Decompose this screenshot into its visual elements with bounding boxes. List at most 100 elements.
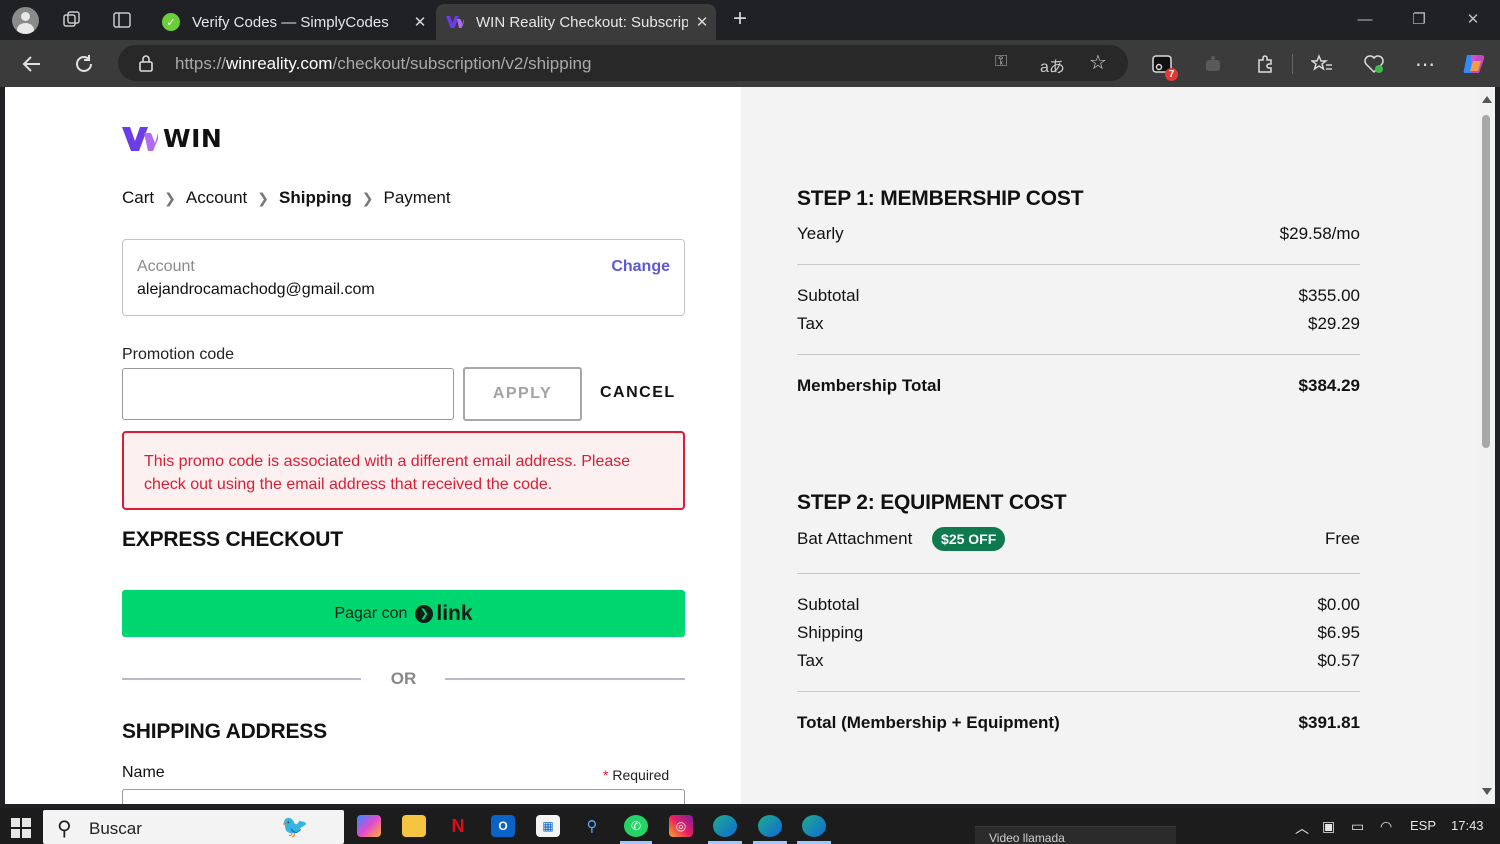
close-window-icon[interactable]: ✕ <box>1446 0 1500 40</box>
promo-error-message: This promo code is associated with a dif… <box>122 431 685 510</box>
tab-simplycodes[interactable]: ✓ Verify Codes — SimplyCodes ✕ <box>152 4 434 40</box>
instagram-icon[interactable]: ◎ <box>669 815 693 837</box>
battery-icon[interactable]: ▭ <box>1351 818 1364 835</box>
tax-value: $29.29 <box>1308 314 1360 333</box>
edge-icon[interactable] <box>802 815 826 837</box>
more-options-icon[interactable]: ⋯ <box>1411 50 1439 78</box>
browser-tab-strip: ✓ Verify Codes — SimplyCodes ✕ WIN Reali… <box>0 0 1500 40</box>
equipment-item: Bat Attachment $25 OFF <box>797 527 1006 551</box>
back-icon[interactable] <box>18 50 46 78</box>
account-email: alejandrocamachodg@gmail.com <box>137 281 375 298</box>
breadcrumb: Cart ❯ Account ❯ Shipping ❯ Payment <box>122 188 451 208</box>
apply-button[interactable]: APPLY <box>463 367 582 421</box>
outlook-icon[interactable]: O <box>491 815 515 837</box>
password-key-icon[interactable]: ⚿ <box>995 53 1007 71</box>
or-divider: OR <box>122 668 685 690</box>
close-tab-icon[interactable]: ✕ <box>688 13 716 31</box>
file-explorer-icon[interactable] <box>402 815 426 837</box>
translate-icon[interactable]: aあ <box>1040 53 1065 77</box>
restore-icon[interactable]: ❐ <box>1392 0 1446 40</box>
url-scheme: https:// <box>175 54 227 73</box>
windows-taskbar: ⚲ Buscar 🐦 N O ▦ ⚲ ✆ ◎ Video llamada ︿ ▣… <box>0 808 1500 844</box>
shipping-label: Shipping <box>797 623 864 642</box>
subtotal-value: $0.00 <box>1317 595 1360 614</box>
discount-badge: $25 OFF <box>932 527 1006 551</box>
plan-row: Yearly $29.58/mo <box>797 224 1360 244</box>
new-tab-icon[interactable]: + <box>728 6 752 34</box>
minimize-icon[interactable]: — <box>1338 0 1392 40</box>
subtotal-label: Subtotal <box>797 595 860 614</box>
extension-icon[interactable]: 7 <box>1148 50 1178 81</box>
tab-title: Verify Codes — SimplyCodes <box>192 13 389 31</box>
change-account-link[interactable]: Change <box>611 258 670 276</box>
browser-essentials-icon[interactable] <box>1360 50 1388 78</box>
step1-title: STEP 1: MEMBERSHIP COST <box>797 187 1084 210</box>
page-scrollbar[interactable] <box>1478 87 1495 804</box>
equipment-subtotal-row: Subtotal $0.00 <box>797 595 1360 615</box>
favorite-star-icon[interactable]: ☆ <box>1089 50 1107 75</box>
search-app-icon[interactable]: ⚲ <box>580 815 604 837</box>
win-logo-icon <box>446 13 464 31</box>
windows-start-icon[interactable] <box>11 818 31 838</box>
profile-avatar-icon[interactable] <box>12 7 39 34</box>
membership-subtotal-row: Subtotal $355.00 <box>797 286 1360 306</box>
membership-total-label: Membership Total <box>797 376 942 395</box>
scrollbar-thumb[interactable] <box>1482 115 1490 448</box>
win-logo[interactable]: WIN <box>122 124 222 153</box>
extension-badge: 7 <box>1165 68 1178 81</box>
scroll-down-icon[interactable] <box>1482 788 1492 795</box>
scroll-up-icon[interactable] <box>1482 96 1492 103</box>
store-icon[interactable]: ▦ <box>536 815 560 837</box>
notification-toast[interactable]: Video llamada <box>975 826 1176 844</box>
tax-value: $0.57 <box>1317 651 1360 670</box>
browser-toolbar: https://winreality.com/checkout/subscrip… <box>0 40 1500 87</box>
chevron-up-icon[interactable]: ︿ <box>1295 818 1309 838</box>
simplycodes-check-icon: ✓ <box>162 13 180 31</box>
lock-icon[interactable] <box>138 54 154 77</box>
required-text: Required <box>612 767 670 783</box>
language-indicator[interactable]: ESP <box>1410 818 1436 833</box>
equipment-item-row: Bat Attachment $25 OFF Free <box>797 527 1360 551</box>
copilot-icon[interactable] <box>1460 50 1488 78</box>
security-icon[interactable]: ▣ <box>1322 818 1335 835</box>
link-brand: link <box>436 601 473 625</box>
close-tab-icon[interactable]: ✕ <box>406 13 434 31</box>
equipment-label: Bat Attachment <box>797 529 913 548</box>
workspaces-icon[interactable] <box>60 8 84 32</box>
favorites-icon[interactable] <box>1308 50 1336 78</box>
edge-icon[interactable] <box>713 815 737 837</box>
breadcrumb-account[interactable]: Account <box>186 188 247 208</box>
clock[interactable]: 17:43 <box>1451 818 1484 833</box>
copilot-app-icon[interactable] <box>357 815 381 837</box>
divider <box>797 354 1360 355</box>
address-bar[interactable]: https://winreality.com/checkout/subscrip… <box>118 45 1128 81</box>
name-label: Name <box>122 764 165 781</box>
name-input[interactable] <box>122 789 685 804</box>
plan-price: $29.58/mo <box>1279 224 1360 243</box>
membership-tax-row: Tax $29.29 <box>797 314 1360 334</box>
vertical-tabs-icon[interactable] <box>110 8 134 32</box>
whatsapp-icon[interactable]: ✆ <box>624 815 648 837</box>
breadcrumb-cart[interactable]: Cart <box>122 188 154 208</box>
tab-win-checkout[interactable]: WIN Reality Checkout: Subscriptio ✕ <box>436 4 716 40</box>
copilot-bot-icon[interactable] <box>1199 50 1227 78</box>
extensions-puzzle-icon[interactable] <box>1251 50 1279 78</box>
pay-with-link-button[interactable]: Pagar con ❯ link <box>122 590 685 637</box>
breadcrumb-payment[interactable]: Payment <box>383 188 450 208</box>
cancel-button[interactable]: CANCEL <box>600 384 676 402</box>
taskbar-search[interactable]: ⚲ Buscar 🐦 <box>43 810 344 844</box>
promo-code-input[interactable] <box>122 368 454 420</box>
wifi-icon[interactable]: ◠ <box>1380 818 1392 835</box>
tax-label: Tax <box>797 651 824 670</box>
required-star: * <box>603 767 609 783</box>
divider <box>797 691 1360 692</box>
url-path: /checkout/subscription/v2/shipping <box>332 54 592 73</box>
url-text: https://winreality.com/checkout/subscrip… <box>175 54 591 74</box>
breadcrumb-shipping: Shipping <box>279 188 352 207</box>
pay-prefix: Pagar con <box>334 604 408 622</box>
reload-icon[interactable] <box>70 50 98 78</box>
equipment-price: Free <box>1325 529 1360 548</box>
edge-icon[interactable] <box>758 815 782 837</box>
subtotal-label: Subtotal <box>797 286 860 305</box>
netflix-icon[interactable]: N <box>446 815 470 837</box>
